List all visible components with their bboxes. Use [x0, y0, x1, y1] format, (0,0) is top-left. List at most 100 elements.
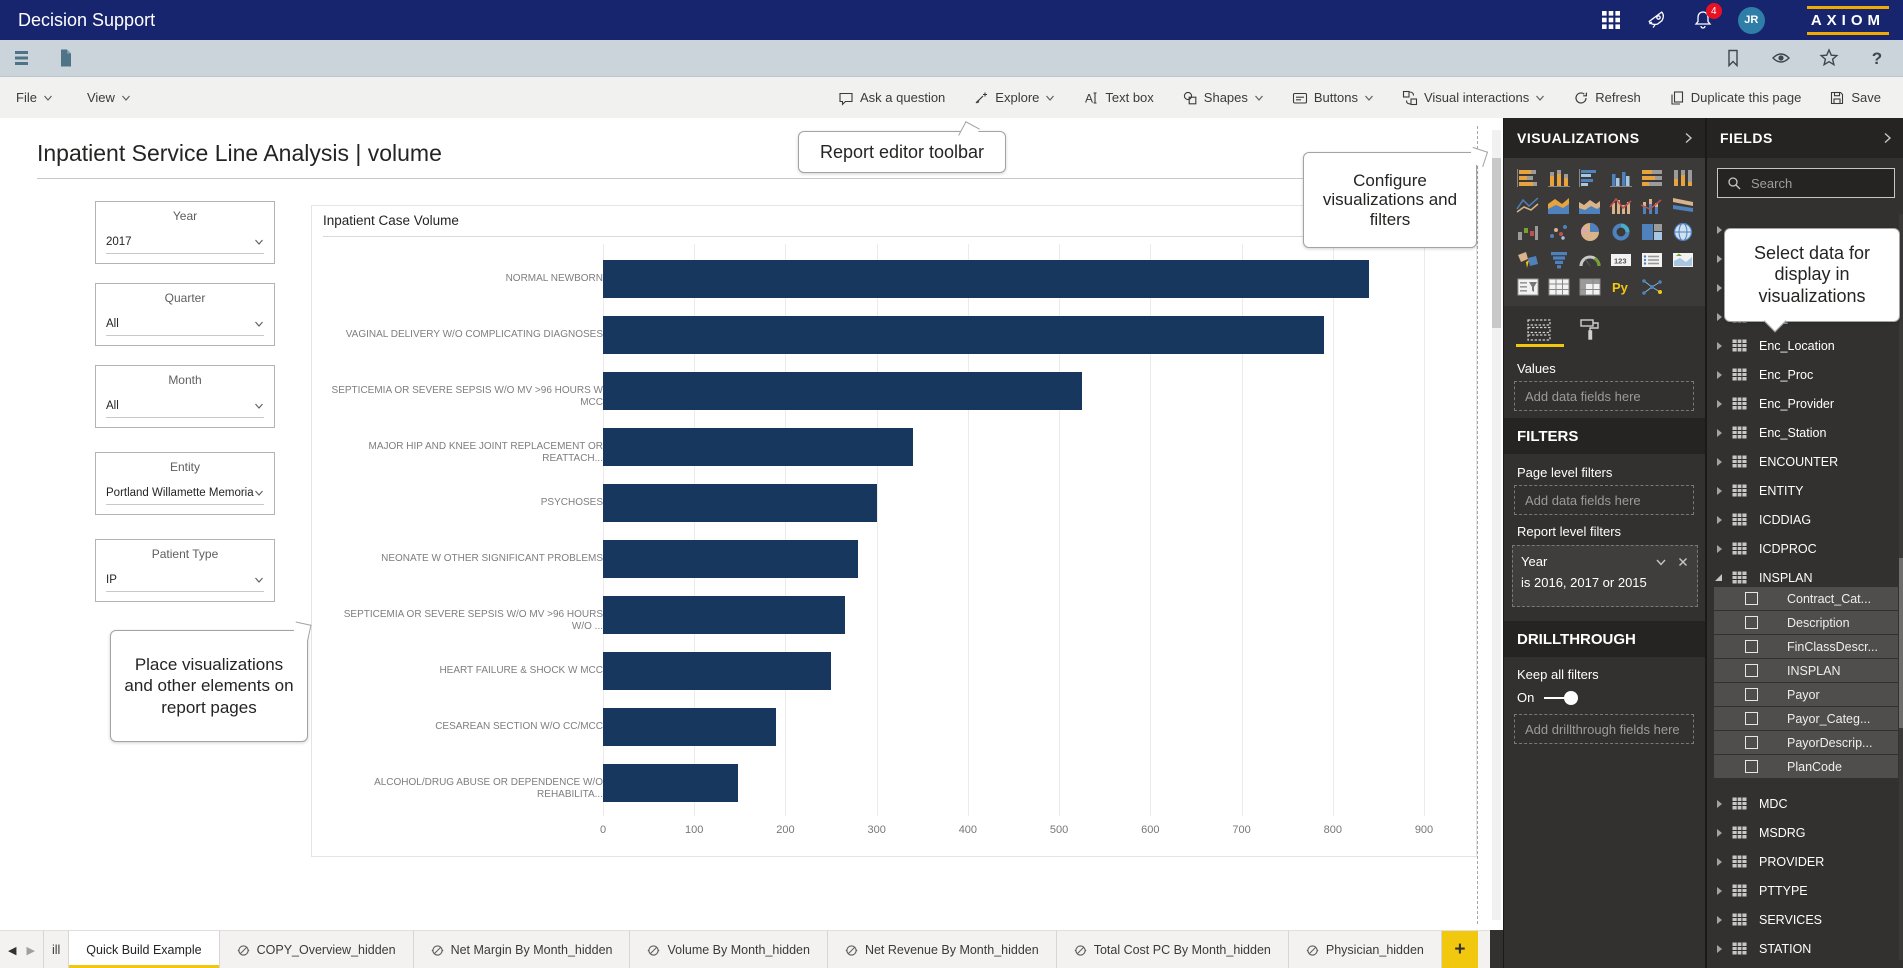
funnel-icon[interactable] [1547, 250, 1571, 272]
bar-normal-newborn[interactable] [603, 260, 1369, 298]
decomposition-tree-icon[interactable] [1640, 277, 1664, 299]
field-checkbox[interactable] [1745, 640, 1758, 653]
page-tab-volume-by-month-hidden[interactable]: Volume By Month_hidden [630, 931, 827, 968]
map-icon[interactable] [1671, 222, 1695, 244]
page-filters-dropzone[interactable]: Add data fields here [1514, 485, 1694, 515]
collapse-arrow-icon[interactable] [1715, 574, 1722, 581]
keep-filters-toggle[interactable] [1544, 691, 1578, 705]
drillthrough-dropzone[interactable]: Add drillthrough fields here [1514, 714, 1694, 744]
menu-view[interactable]: View [87, 90, 131, 105]
toolbar-text-box-button[interactable]: AText box [1083, 90, 1153, 106]
slicer-dropdown[interactable]: All [106, 395, 264, 418]
ribbon-chart-icon[interactable] [1671, 195, 1695, 217]
report-page-icon[interactable] [56, 48, 76, 68]
expand-arrow-icon[interactable] [1717, 516, 1722, 524]
slicer-icon[interactable] [1516, 277, 1540, 299]
tab-nav-next-icon[interactable]: ▶ [26, 944, 34, 957]
field-finclassdescr[interactable]: FinClassDescr... [1714, 635, 1898, 658]
page-tab-quick-build-example[interactable]: Quick Build Example [69, 931, 219, 968]
expand-arrow-icon[interactable] [1717, 226, 1722, 234]
bar-major-hip-and-knee-joint-repla[interactable] [603, 428, 913, 466]
field-table-encounter[interactable]: ENCOUNTER [1707, 447, 1903, 476]
toolbar-save-button[interactable]: Save [1829, 90, 1881, 106]
field-payordescrip[interactable]: PayorDescrip... [1714, 731, 1898, 754]
bar-psychoses[interactable] [603, 484, 877, 522]
add-page-button[interactable]: + [1442, 931, 1478, 968]
canvas-scrollbar-thumb[interactable] [1492, 158, 1501, 328]
field-table-icddiag[interactable]: ICDDIAG [1707, 505, 1903, 534]
field-payor[interactable]: Payor [1714, 683, 1898, 706]
search-input[interactable] [1749, 175, 1883, 192]
stacked-area-chart-icon[interactable] [1578, 195, 1602, 217]
filled-map-icon[interactable] [1516, 250, 1540, 272]
bar-cesarean-section-w-o-cc-mcc[interactable] [603, 708, 776, 746]
field-table-enc-location[interactable]: Enc_Location [1707, 331, 1903, 360]
expand-arrow-icon[interactable] [1717, 371, 1722, 379]
toolbar-explore-button[interactable]: Explore [973, 90, 1055, 106]
line-stacked-column-chart-icon[interactable] [1640, 195, 1664, 217]
field-table-pttype[interactable]: PTTYPE [1707, 876, 1903, 905]
bar-alcohol-drug-abuse-or-dependen[interactable] [603, 764, 738, 802]
report-filter-card[interactable]: Year is 2016, 2017 or 2015 [1512, 545, 1698, 607]
100-stacked-column-chart-icon[interactable] [1671, 168, 1695, 190]
field-plancode[interactable]: PlanCode [1714, 755, 1898, 778]
line-clustered-column-chart-icon[interactable] [1609, 195, 1633, 217]
field-checkbox[interactable] [1745, 688, 1758, 701]
expand-arrow-icon[interactable] [1717, 313, 1722, 321]
slicer-dropdown[interactable]: Portland Willamette Memorial H... [106, 482, 264, 505]
donut-chart-icon[interactable] [1609, 222, 1633, 244]
area-chart-icon[interactable] [1547, 195, 1571, 217]
help-icon[interactable]: ? [1867, 48, 1887, 68]
field-table-enc-provider[interactable]: Enc_Provider [1707, 389, 1903, 418]
field-contract-cat[interactable]: Contract_Cat... [1714, 587, 1898, 610]
pie-chart-icon[interactable] [1578, 222, 1602, 244]
collapse-pane-chevron-icon[interactable] [1682, 132, 1694, 144]
card-icon[interactable]: 123 [1609, 250, 1633, 272]
hamburger-menu-icon[interactable] [14, 48, 34, 68]
toolbar-visual-interactions-button[interactable]: Visual interactions [1402, 90, 1545, 106]
multi-row-card-icon[interactable] [1640, 250, 1664, 272]
expand-arrow-icon[interactable] [1717, 800, 1722, 808]
page-tab-physician-hidden[interactable]: Physician_hidden [1289, 931, 1442, 968]
menu-file[interactable]: File [16, 90, 53, 105]
page-tab-total-cost-pc-by-month-hidden[interactable]: Total Cost PC By Month_hidden [1057, 931, 1289, 968]
page-tab-net-revenue-by-month-hidden[interactable]: Net Revenue By Month_hidden [828, 931, 1057, 968]
line-chart-icon[interactable] [1516, 195, 1540, 217]
bar-septicemia-or-severe-sepsis-w-[interactable] [603, 596, 845, 634]
clustered-column-chart-icon[interactable] [1609, 168, 1633, 190]
field-table-mdc[interactable]: MDC [1707, 789, 1903, 818]
fields-scrollbar-thumb[interactable] [1899, 558, 1903, 728]
field-checkbox[interactable] [1745, 760, 1758, 773]
view-eye-icon[interactable] [1771, 48, 1791, 68]
filter-expand-chevron-icon[interactable] [1655, 556, 1667, 568]
kpi-icon[interactable] [1671, 250, 1695, 272]
field-table-entity[interactable]: ENTITY [1707, 476, 1903, 505]
field-checkbox[interactable] [1745, 616, 1758, 629]
expand-arrow-icon[interactable] [1717, 429, 1722, 437]
bar-septicemia-or-severe-sepsis-w-[interactable] [603, 372, 1082, 410]
waterfall-chart-icon[interactable] [1516, 222, 1540, 244]
avatar[interactable]: JR [1738, 7, 1765, 34]
slicer-dropdown[interactable]: All [106, 313, 264, 336]
toolbar-buttons-button[interactable]: Buttons [1292, 90, 1374, 106]
field-checkbox[interactable] [1745, 592, 1758, 605]
expand-arrow-icon[interactable] [1717, 945, 1722, 953]
100-stacked-bar-chart-icon[interactable] [1640, 168, 1664, 190]
field-table-services[interactable]: SERVICES [1707, 905, 1903, 934]
stacked-bar-chart-icon[interactable] [1516, 168, 1540, 190]
expand-arrow-icon[interactable] [1717, 829, 1722, 837]
field-insplan[interactable]: INSPLAN [1714, 659, 1898, 682]
field-table-icdproc[interactable]: ICDPROC [1707, 534, 1903, 563]
bar-vaginal-delivery-w-o-complicat[interactable] [603, 316, 1324, 354]
bar-neonate-w-other-significant-pr[interactable] [603, 540, 858, 578]
scatter-chart-icon[interactable] [1547, 222, 1571, 244]
toolbar-duplicate-this-page-button[interactable]: Duplicate this page [1669, 90, 1802, 106]
tab-fields[interactable] [1526, 317, 1552, 343]
toolbar-shapes-button[interactable]: Shapes [1182, 90, 1264, 106]
notifications-bell-icon[interactable]: 4 [1692, 9, 1714, 31]
rocket-icon[interactable] [1646, 9, 1668, 31]
field-payor-categ[interactable]: Payor_Categ... [1714, 707, 1898, 730]
toolbar-ask-a-question-button[interactable]: Ask a question [838, 90, 945, 106]
expand-arrow-icon[interactable] [1717, 284, 1722, 292]
stacked-column-chart-icon[interactable] [1547, 168, 1571, 190]
